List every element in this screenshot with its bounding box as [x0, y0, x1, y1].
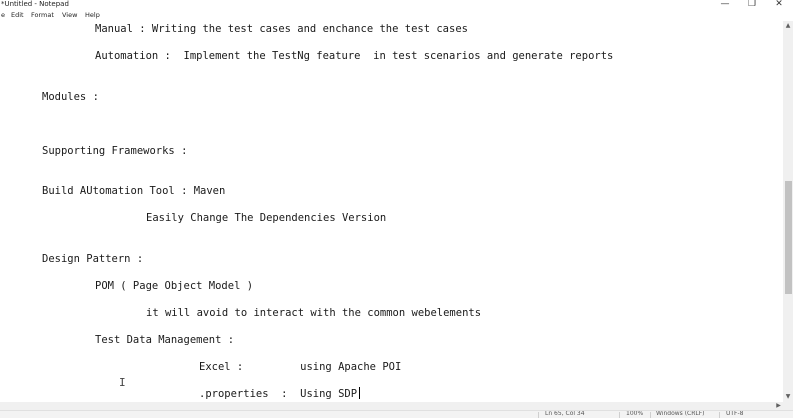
vertical-scroll-thumb[interactable]: [785, 181, 792, 294]
cursor-position: Ln 65, Col 34: [545, 410, 585, 417]
text-editor-area[interactable]: Manual : Writing the test cases and ench…: [0, 21, 783, 402]
text-caret: [359, 387, 361, 399]
menu-edit[interactable]: Edit: [11, 10, 24, 21]
text-line: Automation : Implement the TestNg featur…: [95, 50, 614, 62]
vertical-scrollbar[interactable]: ▲ ▼: [783, 21, 793, 402]
title-bar[interactable]: *Untitled - Notepad — ❐ ✕: [0, 0, 793, 10]
encoding: UTF-8: [726, 410, 744, 417]
ibeam-cursor-icon: I: [119, 376, 126, 389]
menu-help[interactable]: Help: [85, 10, 100, 21]
text-line: Build AUtomation Tool : Maven: [42, 185, 226, 197]
text-line: Manual : Writing the test cases and ench…: [95, 23, 468, 35]
status-divider: [619, 412, 620, 418]
minimize-button[interactable]: —: [713, 0, 737, 10]
line-ending: Windows (CRLF): [656, 410, 705, 417]
text-line: Supporting Frameworks :: [42, 145, 188, 157]
horizontal-scrollbar[interactable]: ▶: [0, 402, 783, 410]
text-line: it will avoid to interact with the commo…: [146, 307, 482, 319]
current-line-text: .properties : Using SDP: [199, 388, 358, 400]
maximize-button[interactable]: ❐: [740, 0, 764, 10]
scroll-up-arrow-icon[interactable]: ▲: [783, 21, 793, 31]
status-divider: [650, 412, 651, 418]
menu-format[interactable]: Format: [31, 10, 54, 21]
notepad-window: *Untitled - Notepad — ❐ ✕ e Edit Format …: [0, 0, 793, 418]
close-button[interactable]: ✕: [767, 0, 791, 10]
text-line-current: .properties : Using SDP: [199, 387, 361, 401]
text-line: Easily Change The Dependencies Version: [146, 212, 387, 224]
scroll-down-arrow-icon[interactable]: ▼: [783, 392, 793, 402]
text-line: POM ( Page Object Model ): [95, 280, 254, 292]
text-line: Design Pattern :: [42, 253, 144, 265]
menu-bar: e Edit Format View Help: [0, 10, 793, 21]
status-bar: Ln 65, Col 34 100% Windows (CRLF) UTF-8: [0, 410, 793, 418]
status-divider: [719, 412, 720, 418]
text-line: Test Data Management :: [95, 334, 235, 346]
scrollbar-corner: [783, 402, 793, 410]
menu-view[interactable]: View: [62, 10, 77, 21]
text-line: Modules :: [42, 91, 99, 103]
text-line: Excel : using Apache POI: [199, 361, 402, 373]
status-divider: [538, 412, 539, 418]
zoom-level: 100%: [626, 410, 644, 417]
scroll-right-arrow-icon[interactable]: ▶: [774, 402, 783, 410]
window-title: *Untitled - Notepad: [1, 0, 69, 8]
menu-file[interactable]: e: [1, 10, 5, 21]
